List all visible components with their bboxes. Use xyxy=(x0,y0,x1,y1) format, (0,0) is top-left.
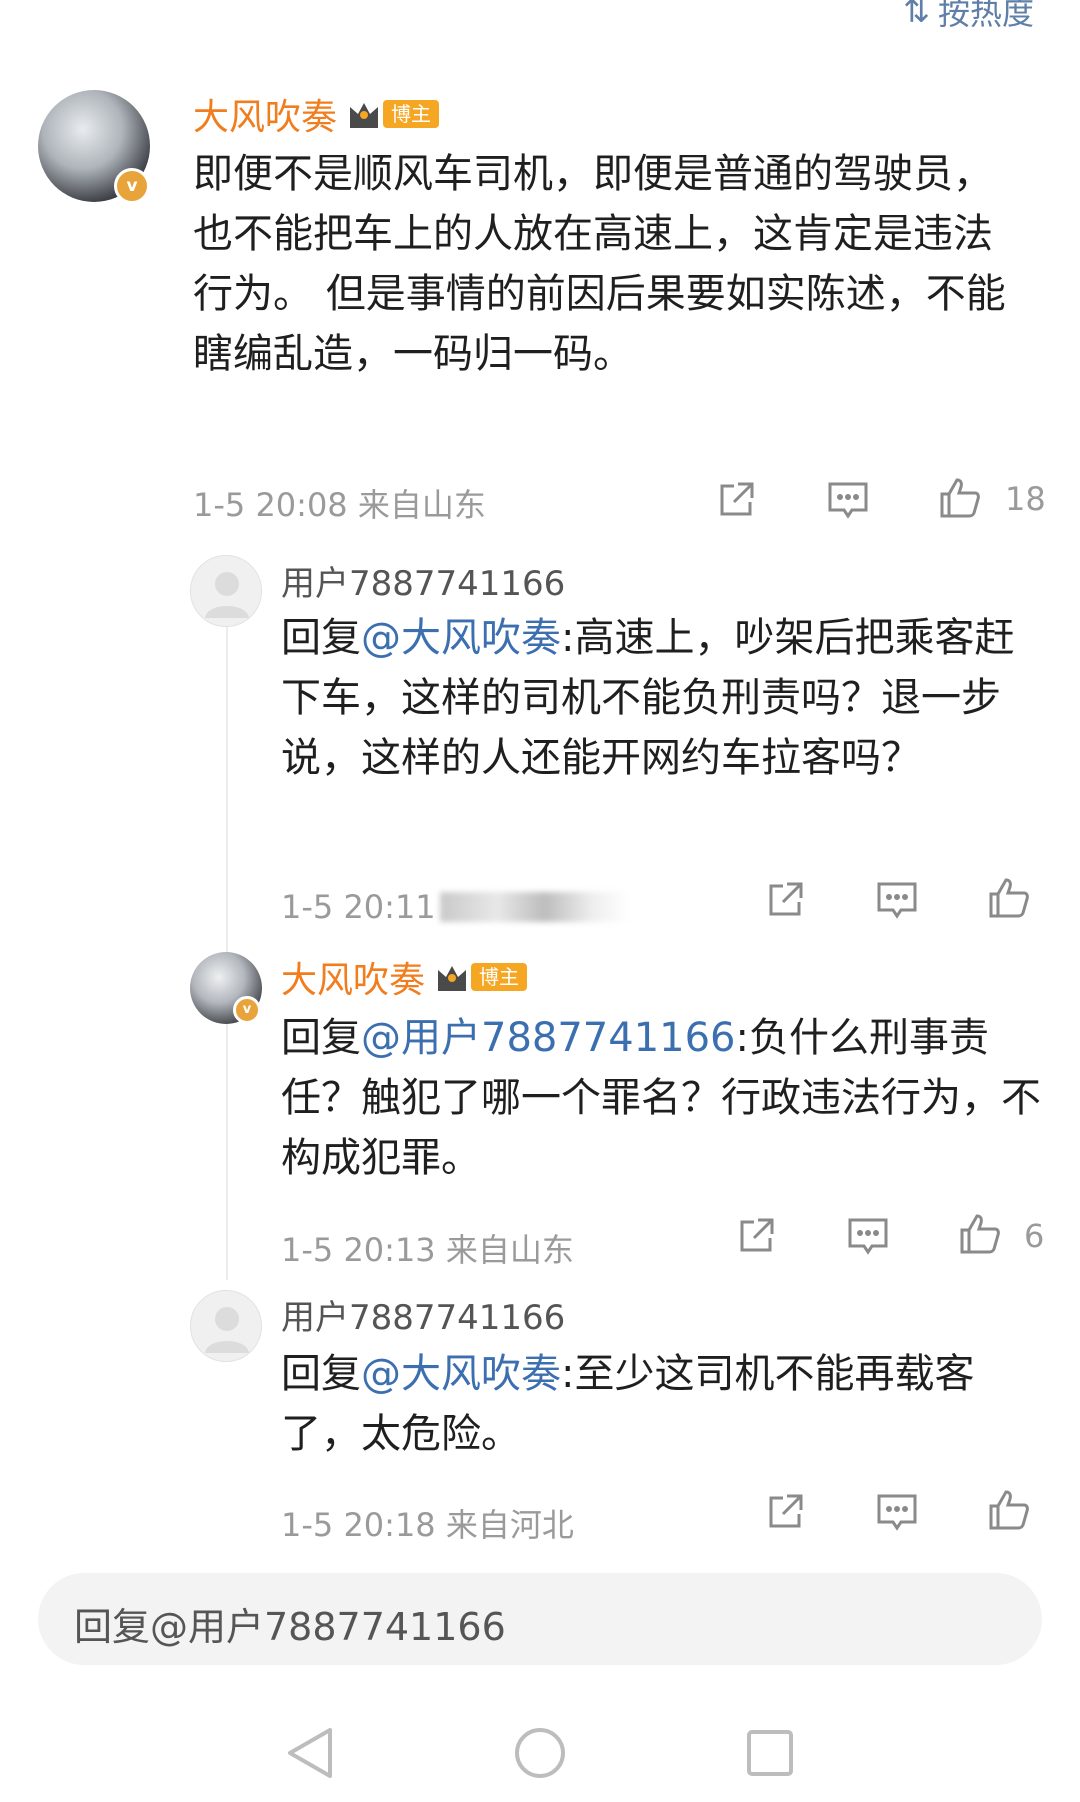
share-icon[interactable] xyxy=(714,478,758,522)
comment-icon[interactable] xyxy=(875,878,919,922)
avatar[interactable] xyxy=(190,1290,262,1362)
default-avatar-icon xyxy=(205,1307,249,1353)
system-nav-bar xyxy=(288,1728,793,1778)
recents-icon[interactable] xyxy=(747,1730,793,1776)
reply-author[interactable]: 用户7887741166 xyxy=(281,1290,565,1339)
verified-icon: v xyxy=(114,168,150,204)
like-icon[interactable] xyxy=(958,1212,1002,1256)
reply-meta: 1-5 20:11 xyxy=(281,888,436,926)
home-icon[interactable] xyxy=(515,1728,565,1778)
author-name[interactable]: 大风吹奏 xyxy=(193,88,337,140)
like-icon[interactable] xyxy=(987,1488,1031,1532)
reply-author[interactable]: 用户7887741166 xyxy=(281,556,565,605)
default-avatar-icon xyxy=(205,572,249,618)
reply-prefix: 回复 xyxy=(281,615,361,661)
mention-link[interactable]: @大风吹奏 xyxy=(361,1351,561,1397)
back-icon[interactable] xyxy=(288,1728,332,1778)
reply-author[interactable]: 大风吹奏 xyxy=(281,951,425,1003)
author-row: 大风吹奏 博主 xyxy=(193,88,440,140)
comment-icon[interactable] xyxy=(826,478,870,522)
comment-meta: 1-5 20:08 来自山东 xyxy=(193,486,486,524)
like-icon[interactable] xyxy=(987,876,1031,920)
sort-by-hot-button[interactable]: ⇅ 按热度 xyxy=(903,0,1034,34)
comment-icon[interactable] xyxy=(875,1490,919,1534)
thread-line xyxy=(226,580,228,1280)
blogger-badge: 博主 xyxy=(435,960,528,994)
crown-icon xyxy=(350,103,379,128)
like-icon[interactable] xyxy=(938,476,982,520)
sort-label: 按热度 xyxy=(937,0,1034,32)
reply-text: 回复@大风吹奏:至少这司机不能再载客了，太危险。 xyxy=(281,1344,1041,1464)
reply-meta: 1-5 20:18 来自河北 xyxy=(281,1506,574,1544)
reply-prefix: 回复 xyxy=(281,1351,361,1397)
sort-icon: ⇅ xyxy=(903,0,930,30)
reply-prefix: 回复 xyxy=(281,1015,361,1061)
author-row: 大风吹奏 博主 xyxy=(281,951,528,1003)
blurred-location xyxy=(440,892,630,922)
reply-meta: 1-5 20:13 来自山东 xyxy=(281,1231,574,1269)
share-icon[interactable] xyxy=(763,878,807,922)
mention-link[interactable]: @大风吹奏 xyxy=(361,615,561,661)
verified-icon: v xyxy=(233,996,261,1024)
comment-text: 即便不是顺风车司机，即便是普通的驾驶员，也不能把车上的人放在高速上，这肯定是违法… xyxy=(193,151,1006,377)
reply-text: 回复@用户7887741166:负什么刑事责任？触犯了哪一个罪名？行政违法行为，… xyxy=(281,1008,1041,1188)
like-count: 6 xyxy=(1024,1217,1045,1255)
blogger-badge: 博主 xyxy=(347,97,440,131)
crown-icon xyxy=(438,966,467,991)
mention-link[interactable]: @用户7887741166 xyxy=(361,1015,736,1061)
like-count: 18 xyxy=(1005,480,1046,518)
share-icon[interactable] xyxy=(734,1214,778,1258)
avatar[interactable] xyxy=(190,555,262,627)
reply-input-placeholder: 回复@用户7887741166 xyxy=(74,1605,506,1649)
reply-text: 回复@大风吹奏:高速上，吵架后把乘客赶下车，这样的司机不能负刑责吗？退一步说，这… xyxy=(281,608,1041,788)
comment-icon[interactable] xyxy=(846,1214,890,1258)
share-icon[interactable] xyxy=(763,1490,807,1534)
